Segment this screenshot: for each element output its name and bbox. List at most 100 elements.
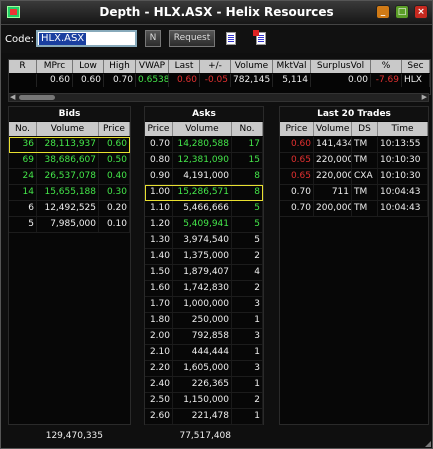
minimize-button[interactable]: _ (376, 5, 390, 19)
quote-column-header[interactable]: MPrc (37, 60, 73, 73)
asks-row[interactable]: 0.90 4,191,000 8 (145, 169, 263, 185)
bids-row[interactable]: 36 28,113,937 0.60 (9, 137, 130, 153)
quote-column-header[interactable]: VWAP (136, 60, 169, 73)
asks-cell: 1 (232, 345, 263, 360)
asks-row[interactable]: 2.60 221,478 1 (145, 409, 263, 425)
trades-column-header[interactable]: Volume (314, 122, 352, 136)
trades-column-header[interactable]: Time (378, 122, 428, 136)
bids-column-header[interactable]: Volume (37, 122, 99, 136)
asks-panel: Asks Price Volume No. 0.70 14,280,588 17 0.80… (144, 106, 264, 425)
trades-row[interactable]: 0.70 200,000 TM 10:04:43 (280, 201, 428, 217)
n-button[interactable]: N (145, 30, 161, 47)
asks-cell: 2 (232, 249, 263, 264)
asks-cell: 3 (232, 329, 263, 344)
quote-column-header[interactable]: Sec (402, 60, 430, 73)
trades-cell: 10:04:43 (378, 201, 428, 216)
trades-row[interactable]: 0.60 141,434 TM 10:13:55 (280, 137, 428, 153)
asks-row[interactable]: 2.10 444,444 1 (145, 345, 263, 361)
asks-column-header[interactable]: Volume (173, 122, 232, 136)
quote-value: 0.60 (169, 74, 200, 87)
asks-column-header[interactable]: No. (232, 122, 263, 136)
asks-row[interactable]: 1.70 1,000,000 3 (145, 297, 263, 313)
scroll-right-icon[interactable]: ▶ (422, 94, 427, 101)
trades-cell: 0.60 (280, 137, 314, 152)
asks-row[interactable]: 2.20 1,605,000 3 (145, 361, 263, 377)
asks-row[interactable]: 1.40 1,375,000 2 (145, 249, 263, 265)
quote-value (9, 74, 37, 87)
trades-title: Last 20 Trades (280, 107, 428, 121)
close-button[interactable]: × (414, 5, 428, 19)
asks-cell: 792,858 (173, 329, 232, 344)
bids-row[interactable]: 5 7,985,000 0.10 (9, 217, 130, 233)
asks-row[interactable]: 1.50 1,879,407 4 (145, 265, 263, 281)
asks-row[interactable]: 1.80 250,000 1 (145, 313, 263, 329)
scroll-left-icon[interactable]: ◀ (10, 94, 15, 101)
code-input[interactable]: HLX.ASX (36, 30, 137, 47)
asks-cell: 8 (232, 169, 263, 184)
trades-cell: 0.70 (280, 185, 314, 200)
asks-cell: 2.10 (145, 345, 173, 360)
bids-row[interactable]: 69 38,686,607 0.50 (9, 153, 130, 169)
asks-cell: 444,444 (173, 345, 232, 360)
scrollbar-thumb[interactable] (19, 95, 55, 100)
window-title: Depth - HLX.ASX - Helix Resources (99, 5, 334, 19)
trades-column-header[interactable]: Price (280, 122, 314, 136)
bids-column-header[interactable]: Price (99, 122, 130, 136)
asks-cell: 17 (232, 137, 263, 152)
bids-total-volume: 129,470,335 (45, 431, 103, 441)
asks-row[interactable]: 1.60 1,742,830 2 (145, 281, 263, 297)
asks-row[interactable]: 1.20 5,409,941 5 (145, 217, 263, 233)
trades-panel: Last 20 Trades Price Volume DS Time 0.60 141… (279, 106, 429, 425)
bids-cell: 0.40 (99, 169, 130, 184)
asks-cell: 2.20 (145, 361, 173, 376)
trades-row[interactable]: 0.65 220,000 TM 10:10:30 (280, 153, 428, 169)
bids-cell: 0.20 (99, 201, 130, 216)
resize-grip-icon[interactable] (424, 440, 432, 448)
bids-row[interactable]: 6 12,492,525 0.20 (9, 201, 130, 217)
asks-title: Asks (145, 107, 263, 121)
trades-row[interactable]: 0.65 220,000 CXA 10:10:30 (280, 169, 428, 185)
quote-column-header[interactable]: Low (73, 60, 104, 73)
bids-row[interactable]: 24 26,537,078 0.40 (9, 169, 130, 185)
asks-row[interactable]: 2.00 792,858 3 (145, 329, 263, 345)
asks-cell: 1 (232, 409, 263, 424)
trades-row[interactable]: 0.70 711 TM 10:04:43 (280, 185, 428, 201)
asks-row[interactable]: 0.70 14,280,588 17 (145, 137, 263, 153)
asks-row[interactable]: 2.50 1,150,000 2 (145, 393, 263, 409)
asks-cell: 221,478 (173, 409, 232, 424)
quote-column-header[interactable]: Last (169, 60, 200, 73)
quote-column-header[interactable]: R (9, 60, 37, 73)
asks-cell: 3 (232, 297, 263, 312)
trades-cell: TM (352, 185, 378, 200)
print-depth-button[interactable] (223, 30, 240, 48)
quote-column-header[interactable]: % (371, 60, 402, 73)
asks-row[interactable]: 2.40 226,365 1 (145, 377, 263, 393)
asks-column-header[interactable]: Price (145, 122, 173, 136)
asks-row[interactable]: 1.00 15,286,571 8 (145, 185, 263, 201)
export-depth-button[interactable] (253, 30, 270, 48)
quote-value: -0.05 (200, 74, 231, 87)
trades-header-row: Price Volume DS Time (280, 122, 428, 136)
quote-column-header[interactable]: +/- (200, 60, 231, 73)
asks-cell: 8 (232, 185, 263, 200)
quote-column-header[interactable]: MktVal (273, 60, 311, 73)
title-bar[interactable]: Depth - HLX.ASX - Helix Resources _ □ × (1, 1, 432, 25)
bids-rows: 36 28,113,937 0.60 69 38,686,607 0.50 24 26,537… (9, 137, 130, 233)
asks-row[interactable]: 1.30 3,974,540 5 (145, 233, 263, 249)
quote-value: 0.60 (37, 74, 73, 87)
maximize-button[interactable]: □ (395, 5, 409, 19)
code-label: Code: (5, 34, 34, 45)
quote-horizontal-scrollbar[interactable]: ◀ ▶ (8, 93, 429, 102)
bids-cell: 69 (9, 153, 37, 168)
trades-cell: 10:04:43 (378, 185, 428, 200)
bids-row[interactable]: 14 15,655,188 0.30 (9, 185, 130, 201)
trades-column-header[interactable]: DS (352, 122, 378, 136)
request-button[interactable]: Request (169, 30, 215, 47)
asks-row[interactable]: 1.10 5,466,666 5 (145, 201, 263, 217)
trades-cell: 711 (314, 185, 352, 200)
asks-row[interactable]: 0.80 12,381,090 15 (145, 153, 263, 169)
bids-column-header[interactable]: No. (9, 122, 37, 136)
quote-column-header[interactable]: Volume (231, 60, 273, 73)
quote-column-header[interactable]: SurplusVol (311, 60, 371, 73)
quote-column-header[interactable]: High (104, 60, 136, 73)
